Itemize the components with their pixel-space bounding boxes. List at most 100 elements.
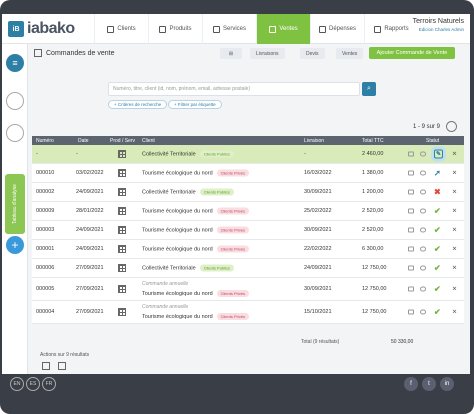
delete-icon[interactable]: ✕ [452, 246, 457, 253]
products-grid-icon[interactable] [118, 150, 126, 158]
comment-icon[interactable] [420, 189, 426, 195]
delete-icon[interactable]: ✕ [452, 227, 457, 234]
comment-icon[interactable] [420, 227, 426, 233]
language-fr[interactable]: FR [42, 377, 56, 391]
document-icon[interactable] [408, 265, 414, 271]
search-criteria-chip[interactable]: + Critères de recherche [108, 100, 168, 109]
logo[interactable]: iB iabako [8, 20, 75, 38]
client-cell: Tourisme écologique du nord Clients Privé… [142, 169, 250, 177]
order-date: 24/09/2021 [76, 227, 104, 233]
delivery-date: 22/02/2022 [304, 246, 332, 252]
add-sale-button[interactable]: Ajouter Commande de Vente [369, 47, 455, 59]
nav-item-ventes[interactable]: Ventes [256, 14, 310, 44]
document-icon[interactable] [408, 208, 414, 214]
document-icon[interactable] [408, 227, 414, 233]
language-es[interactable]: ES [26, 377, 40, 391]
status-cancel-icon[interactable]: ✖ [434, 188, 441, 197]
table-row[interactable]: 000004 27/09/2021 Commande annuelle Tourism… [32, 301, 464, 324]
facebook-icon[interactable]: f [404, 377, 418, 391]
products-grid-icon[interactable] [118, 245, 126, 253]
client-cell: Collectivité Territoriale Clients Publics [142, 150, 234, 158]
nav-item-clients[interactable]: Clients [94, 14, 148, 44]
order-date: 28/01/2022 [76, 208, 104, 214]
products-grid-icon[interactable] [118, 226, 126, 234]
order-number: 000001 [36, 246, 55, 252]
language-en[interactable]: EN [10, 377, 24, 391]
delete-icon[interactable]: ✕ [452, 309, 457, 316]
status-check-icon[interactable]: ✔ [434, 245, 441, 254]
status-check-icon[interactable]: ✔ [434, 308, 441, 317]
table-row[interactable]: 000001 24/09/2021 Tourisme écologique du n… [32, 240, 464, 259]
gear-icon[interactable] [446, 121, 457, 132]
nav-item-produits[interactable]: Produits [148, 14, 202, 44]
bell-icon[interactable] [6, 92, 24, 110]
status-check-icon[interactable]: ✔ [434, 285, 441, 294]
products-grid-icon[interactable] [118, 285, 126, 293]
document-icon[interactable] [408, 246, 414, 252]
order-date: 27/09/2021 [76, 309, 104, 315]
table-row[interactable]: 000006 27/09/2021 Collectivité Territorial… [32, 259, 464, 278]
actions-label: Actions sur 9 résultats [40, 352, 90, 358]
status-check-icon[interactable]: ✔ [434, 226, 441, 235]
delete-icon[interactable]: ✕ [452, 170, 457, 177]
products-grid-icon[interactable] [118, 188, 126, 196]
table-row[interactable]: 000009 28/01/2022 Tourisme écologique du n… [32, 202, 464, 221]
nav-dépenses-icon [318, 25, 326, 33]
delete-icon[interactable]: ✕ [452, 208, 457, 215]
table-row[interactable]: 000003 24/09/2021 Tourisme écologique du n… [32, 221, 464, 240]
user-menu[interactable]: Terroirs Naturels Edicion Charles Admin [413, 18, 464, 32]
menu-button[interactable]: ≡ [6, 54, 24, 72]
comment-icon[interactable] [420, 170, 426, 176]
status-check-icon[interactable]: ✔ [434, 264, 441, 273]
comment-icon[interactable] [420, 286, 426, 292]
client-cell: Collectivité Territoriale Clients Publics [142, 188, 234, 196]
delete-icon[interactable]: ✕ [452, 151, 457, 158]
tab-ventes[interactable]: Ventes [336, 48, 364, 59]
nav-item-rapports[interactable]: Rapports [364, 14, 418, 44]
linkedin-icon[interactable]: in [440, 377, 454, 391]
products-grid-icon[interactable] [118, 308, 126, 316]
status-check-icon[interactable]: ✔ [434, 207, 441, 216]
comment-icon[interactable] [420, 309, 426, 315]
twitter-icon[interactable]: t [422, 377, 436, 391]
tab-livraisons[interactable]: Livraisons [250, 48, 285, 59]
delete-icon[interactable]: ✕ [452, 189, 457, 196]
table-row[interactable]: 000010 03/02/2022 Tourisme écologique du n… [32, 164, 464, 183]
delete-icon[interactable]: ✕ [452, 265, 457, 272]
comment-icon[interactable] [420, 246, 426, 252]
status-arrow-icon[interactable]: ➚ [434, 169, 441, 178]
status-edit-icon[interactable]: ✎ [434, 149, 444, 159]
analysis-tab[interactable]: Tableau d'analyse [5, 174, 25, 234]
products-grid-icon[interactable] [118, 169, 126, 177]
document-icon[interactable] [408, 309, 414, 315]
add-button[interactable]: + [6, 236, 24, 254]
delivery-date: - [304, 151, 306, 157]
document-icon[interactable] [408, 170, 414, 176]
print-icon[interactable] [58, 362, 66, 370]
document-icon[interactable] [408, 286, 414, 292]
document-icon[interactable] [408, 189, 414, 195]
products-grid-icon[interactable] [118, 264, 126, 272]
table-row[interactable]: - - Collectivité Territoriale Clients Publi… [32, 145, 464, 164]
tab-devis[interactable]: Devis [300, 48, 325, 59]
filter-tag-chip[interactable]: + Filtrer par étiquette [168, 100, 222, 109]
products-grid-icon[interactable] [118, 207, 126, 215]
comment-icon[interactable] [420, 208, 426, 214]
table-row[interactable]: 000002 24/09/2021 Collectivité Territorial… [32, 183, 464, 202]
table-row[interactable]: 000005 27/09/2021 Commande annuelle Tourism… [32, 278, 464, 301]
view-toggle-button[interactable]: ⊞ [220, 48, 242, 59]
page-title: Commandes de vente [34, 49, 114, 57]
document-icon[interactable] [408, 151, 414, 157]
nav-item-dépenses[interactable]: Dépenses [310, 14, 364, 44]
nav-services-icon [212, 25, 220, 33]
comment-icon[interactable] [420, 265, 426, 271]
export-icon[interactable] [42, 362, 50, 370]
history-icon[interactable] [6, 124, 24, 142]
search-input[interactable]: Numéro, titre, client (id, nom, prénom, … [108, 82, 360, 96]
main-nav: Clients Produits Services Ventes Dépenses Rap… [94, 14, 418, 44]
comment-icon[interactable] [420, 151, 426, 157]
search-button[interactable]: ⌕ [362, 82, 376, 96]
delete-icon[interactable]: ✕ [452, 286, 457, 293]
column-header: Statut [426, 138, 440, 144]
nav-item-services[interactable]: Services [202, 14, 256, 44]
